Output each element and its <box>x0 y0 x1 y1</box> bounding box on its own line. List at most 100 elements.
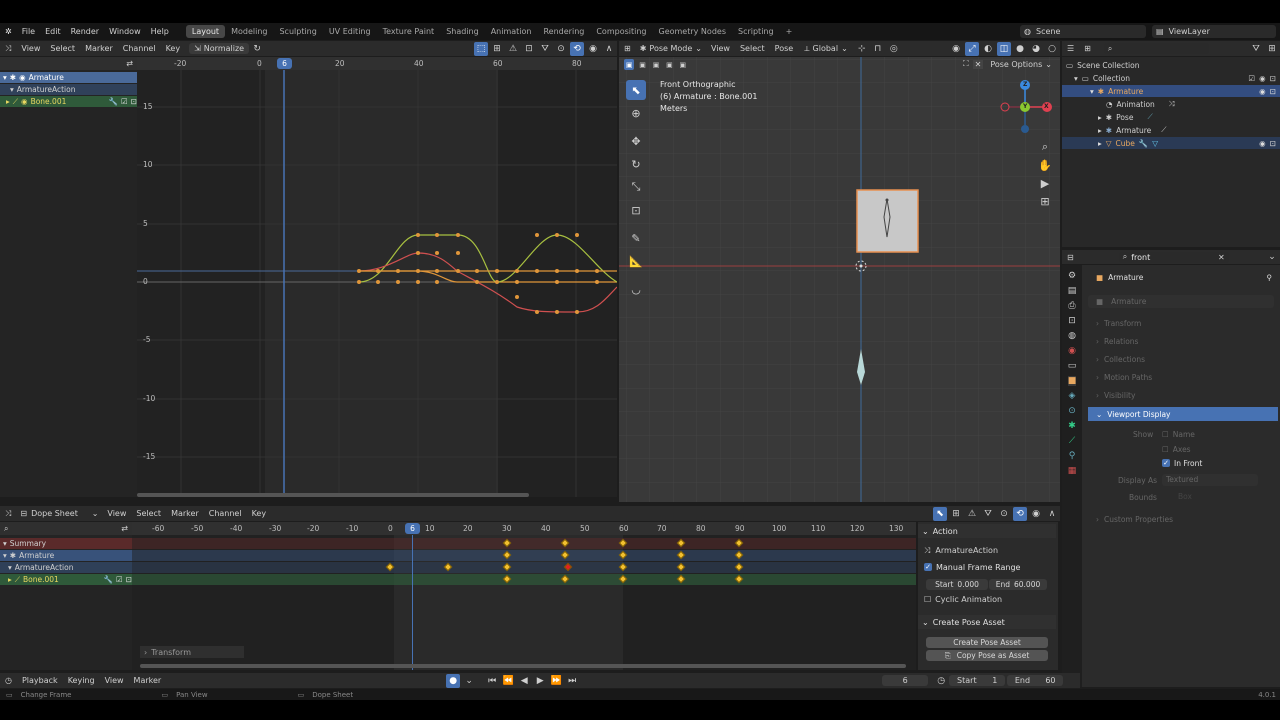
constraints-tab-icon[interactable]: ⟋ <box>1069 436 1075 446</box>
dope-editor-icon[interactable]: ⤨ <box>0 509 16 519</box>
pivot-icon[interactable]: ⊡ <box>522 42 536 56</box>
select-intersect-icon[interactable]: ▣ <box>678 59 688 70</box>
cyclic-animation-checkbox[interactable]: ☐ Cyclic Animation <box>924 595 1002 604</box>
timeline-editor-icon[interactable]: ◷ <box>0 676 17 685</box>
tab-uv-editing[interactable]: UV Editing <box>323 25 377 38</box>
dope-ruler[interactable] <box>132 522 916 535</box>
chevron-down-icon[interactable]: ⌄ <box>1265 250 1279 264</box>
scene-selector[interactable]: ◍ Scene <box>1020 25 1146 38</box>
view-layer-selector[interactable]: ▤ ViewLayer <box>1152 25 1276 38</box>
camera-icon[interactable]: ▶ <box>1037 175 1053 191</box>
rendered-shading-icon[interactable]: ○ <box>1045 42 1059 56</box>
menu-render[interactable]: Render <box>66 27 104 36</box>
proportional-icon[interactable]: ◉ <box>1029 507 1043 521</box>
camera-icon[interactable]: ⊡ <box>1270 139 1276 148</box>
next-keyframe-icon[interactable]: ⏩ <box>549 674 563 688</box>
graph-menu-view[interactable]: View <box>16 44 45 53</box>
dope-channel-bone[interactable]: ▸ ⟋ Bone.001 🔧 ☑ ⊡ <box>0 574 132 585</box>
timeline-menu-view[interactable]: View <box>100 676 129 685</box>
filter-icon[interactable]: ⛛ <box>981 507 995 521</box>
falloff-icon[interactable]: ∧ <box>602 42 616 56</box>
move-tool-icon[interactable]: ✥ <box>626 131 646 151</box>
visibility-icon[interactable]: ◉ <box>1259 87 1266 96</box>
scene-tab-icon[interactable]: ◍ <box>1068 331 1076 341</box>
panel-motion-paths[interactable]: › Motion Paths <box>1088 371 1278 384</box>
material-shading-icon[interactable]: ◕ <box>1029 42 1043 56</box>
copy-pose-as-asset-button[interactable]: ⎘ Copy Pose as Asset <box>926 650 1048 661</box>
errors-icon[interactable]: ⚠ <box>965 507 979 521</box>
tab-rendering[interactable]: Rendering <box>537 25 590 38</box>
visibility-icon[interactable]: ◉ <box>1259 139 1266 148</box>
object-name-field[interactable]: ■ Armature <box>1088 295 1274 308</box>
jump-end-icon[interactable]: ⏭ <box>565 674 579 688</box>
dope-channel-action[interactable]: ▾ ArmatureAction <box>0 562 132 573</box>
rotate-tool-icon[interactable]: ↻ <box>626 154 646 174</box>
channel-search-bar[interactable]: ⇄ <box>0 57 137 70</box>
manual-frame-range-checkbox[interactable]: ✓ Manual Frame Range <box>924 563 1020 572</box>
collection-tab-icon[interactable]: ▭ <box>1068 361 1077 371</box>
data-tab-icon[interactable]: ⚲ <box>1069 451 1076 461</box>
graph-channel-action[interactable]: ▾ ArmatureAction <box>0 84 137 95</box>
graph-channel-bone[interactable]: ▸ ⟋ ◉ Bone.001 🔧 ☑ ⊡ <box>0 96 137 107</box>
frame-start-field[interactable]: Start 0.000 <box>926 579 988 590</box>
normalize-toggle[interactable]: ⇲ Normalize <box>189 43 250 54</box>
tool-tab-icon[interactable]: ⚙ <box>1068 271 1076 281</box>
outliner-item-armature-data[interactable]: ▸ ✱ Armature ⟋ <box>1098 124 1167 136</box>
dope-scrollbar[interactable] <box>140 664 906 668</box>
hidden-icon[interactable]: ⊞ <box>949 507 963 521</box>
action-name-field[interactable]: ⤨ ArmatureAction <box>924 546 998 556</box>
solid-shading-icon[interactable]: ● <box>1013 42 1027 56</box>
gizmo-icon[interactable]: ⤢ <box>965 41 979 56</box>
orientation-selector[interactable]: ⟂ Global ⌄ <box>798 44 854 54</box>
tab-animation[interactable]: Animation <box>485 25 538 38</box>
auto-snap-icon[interactable]: ⟲ <box>570 41 584 56</box>
view-layer-tab-icon[interactable]: ⊡ <box>1068 316 1076 326</box>
record-icon[interactable]: ● <box>446 673 461 688</box>
only-selected-icon[interactable]: ⬚ <box>474 41 488 56</box>
texture-tab-icon[interactable]: ▦ <box>1068 466 1077 476</box>
overlay-icon[interactable]: ◐ <box>981 42 995 56</box>
outliner-item-armature[interactable]: ▾ ✱ Armature ◉ ⊡ <box>1062 85 1280 97</box>
panel-viewport-display[interactable]: ⌄ Viewport Display <box>1088 407 1278 421</box>
mode-selector[interactable]: ✱ Pose Mode ⌄ <box>636 44 706 53</box>
camera-icon[interactable]: ⊡ <box>1270 87 1276 96</box>
dope-menu-channel[interactable]: Channel <box>204 509 247 518</box>
in-front-checkbox[interactable]: ✓ In Front <box>1162 459 1202 468</box>
physics-tab-icon[interactable]: ✱ <box>1068 421 1076 431</box>
display-as-dropdown[interactable]: Textured <box>1162 474 1258 486</box>
select-subtract-icon[interactable]: ▣ <box>651 59 661 70</box>
display-mode-icon[interactable]: ⊞ <box>1079 44 1096 53</box>
checkbox-icon[interactable]: ☑ <box>121 97 128 106</box>
dope-menu-marker[interactable]: Marker <box>166 509 204 518</box>
panel-relations[interactable]: › Relations <box>1088 335 1278 348</box>
filter-icon[interactable]: ⛛ <box>538 42 552 56</box>
modifier-tab-icon[interactable]: ◈ <box>1069 391 1076 401</box>
outliner-item-scene-collection[interactable]: ▭ Scene Collection <box>1066 59 1276 71</box>
world-tab-icon[interactable]: ◉ <box>1068 346 1076 356</box>
graph-current-frame[interactable]: 6 <box>277 58 292 69</box>
snap-magnet-icon[interactable]: ⊓ <box>871 42 885 56</box>
outliner-search[interactable]: ⌕ <box>1103 43 1209 54</box>
create-pose-asset-panel-title[interactable]: ⌄ Create Pose Asset <box>918 615 1056 629</box>
dope-menu-view[interactable]: View <box>102 509 131 518</box>
editor-type-icon[interactable]: ⤨ <box>0 44 16 54</box>
dope-channel-summary[interactable]: ▾ Summary <box>0 538 132 549</box>
chevron-down-icon[interactable]: ⌄ <box>462 674 476 688</box>
tab-shading[interactable]: Shading <box>440 25 485 38</box>
visibility-icon[interactable]: ◉ <box>1259 74 1266 83</box>
select-box-tool-icon[interactable]: ⬉ <box>626 80 646 100</box>
outliner-filter-icon[interactable]: ⛛ <box>1249 42 1263 56</box>
output-tab-icon[interactable]: ⎙ <box>1068 301 1075 311</box>
viewport-3d[interactable]: ▣ ▣ ▣ ▣ ▣ ⬉ ⊕ ✥ ↻ ⤡ ⊡ ✎ 📐 ◡ Front Orthog… <box>619 57 1060 502</box>
end-frame-field[interactable]: End 60 <box>1007 675 1064 686</box>
play-reverse-icon[interactable]: ◀ <box>517 674 531 688</box>
bounds-dropdown[interactable]: Box <box>1162 491 1258 503</box>
select-extend-icon[interactable]: ▣ <box>637 59 647 70</box>
viewport-menu-select[interactable]: Select <box>735 44 770 53</box>
zoom-icon[interactable]: ⌕ <box>1037 139 1053 155</box>
dope-search-bar[interactable]: ⌕ ⇄ <box>0 522 132 535</box>
graph-curves[interactable] <box>137 57 617 497</box>
select-mode-icon[interactable]: ▣ <box>624 59 635 70</box>
pan-hand-icon[interactable]: ✋ <box>1037 157 1053 173</box>
start-frame-field[interactable]: Start 1 <box>949 675 1006 686</box>
